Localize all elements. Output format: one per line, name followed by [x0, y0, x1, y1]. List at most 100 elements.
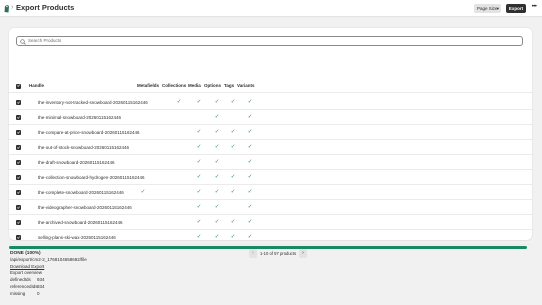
export-status-text: DONE (100%)	[10, 251, 41, 256]
stat-key: definedIds	[10, 277, 31, 282]
table-header: Handle Metafields Collections Media Opti…	[9, 80, 532, 92]
options-check-icon: ✓	[214, 159, 220, 165]
collections-check-icon: ✓	[176, 99, 182, 105]
row-handle: the-complete-snowboard-20260115162446	[38, 190, 124, 195]
table-row[interactable]: the-videographer-snowboard-2026011516244…	[9, 200, 532, 215]
table-row[interactable]: the-minimal-snowboard-20260115162446 ✓ ✓	[9, 110, 532, 125]
media-check-icon: ✓	[196, 159, 202, 165]
options-check-icon: ✓	[214, 219, 220, 225]
row-checkbox[interactable]	[16, 190, 21, 195]
table-row[interactable]: selling-plans-ski-wax-20260115162446 ✓ ✓ ✓ ✓	[9, 230, 532, 245]
media-check-icon: ✓	[196, 189, 202, 195]
table-row[interactable]: the-draft-snowboard-20260115162446 ✓ ✓ ✓	[9, 155, 532, 170]
options-check-icon: ✓	[214, 129, 220, 135]
media-check-icon: ✓	[196, 234, 202, 240]
options-check-icon: ✓	[214, 189, 220, 195]
products-card: Search Products Handle Metafields Collec…	[9, 28, 532, 259]
row-handle: the-collection-snowboard-hydrogen-202601…	[38, 175, 145, 180]
checkbox-checked-icon	[17, 190, 20, 194]
tags-check-icon: ✓	[230, 189, 236, 195]
row-checkbox[interactable]	[16, 235, 21, 240]
row-checkbox[interactable]	[16, 160, 21, 165]
page-size-label: Page Size	[477, 6, 498, 11]
media-check-icon: ✓	[196, 99, 202, 105]
app-logo-icon[interactable]	[4, 4, 10, 13]
row-checkbox[interactable]	[16, 220, 21, 225]
variants-check-icon: ✓	[247, 129, 253, 135]
checkbox-checked-icon	[17, 100, 20, 104]
variants-check-icon: ✓	[247, 204, 253, 210]
row-checkbox[interactable]	[16, 115, 21, 120]
checkbox-checked-icon	[17, 175, 20, 179]
page-size-button[interactable]: Page Size ▾	[474, 4, 501, 13]
media-check-icon: ✓	[196, 219, 202, 225]
variants-check-icon: ✓	[247, 99, 253, 105]
row-handle: the-minimal-snowboard-20260115162446	[38, 115, 121, 120]
row-checkbox[interactable]	[16, 205, 21, 210]
stat-value: 934	[37, 277, 45, 282]
checkbox-checked-icon	[17, 145, 20, 149]
previous-page-button[interactable]: ‹	[249, 249, 257, 258]
tags-check-icon: ✓	[230, 174, 236, 180]
export-progress-fill	[9, 246, 527, 249]
checkbox-checked-icon	[17, 235, 20, 239]
row-checkbox[interactable]	[16, 145, 21, 150]
tags-check-icon: ✓	[230, 234, 236, 240]
export-button[interactable]: Export	[506, 4, 526, 13]
row-checkbox[interactable]	[16, 130, 21, 135]
breadcrumb-separator: ›	[11, 4, 14, 11]
options-check-icon: ✓	[214, 144, 220, 150]
table-row[interactable]: the-out-of-stock-snowboard-2026011516244…	[9, 140, 532, 155]
pagination: ‹ 1-10 of 97 products ›	[247, 248, 309, 259]
checkbox-checked-icon	[17, 115, 20, 119]
stat-key: referencedIds	[10, 284, 38, 289]
column-header-collections[interactable]: Collections	[162, 80, 186, 92]
table-row[interactable]: the-archived-snowboard-20260115162446 ✓ ✓ ✓…	[9, 215, 532, 230]
search-icon	[20, 38, 26, 45]
checkbox-checked-icon	[17, 84, 20, 87]
options-check-icon: ✓	[214, 99, 220, 105]
table-row[interactable]: the-complete-snowboard-20260115162446 ✓ ✓ ✓…	[9, 185, 532, 200]
stat-value: 934	[37, 284, 45, 289]
chevron-down-icon: ▾	[496, 6, 499, 11]
options-check-icon: ✓	[214, 174, 220, 180]
column-header-metafields[interactable]: Metafields	[137, 80, 159, 92]
export-overview-heading: Export overview	[10, 270, 43, 275]
variants-check-icon: ✓	[247, 159, 253, 165]
search-input[interactable]: Search Products	[16, 36, 523, 46]
variants-check-icon: ✓	[247, 174, 253, 180]
table-row[interactable]: the-inventory-not-tracked-snowboard-2026…	[9, 95, 532, 110]
variants-check-icon: ✓	[247, 144, 253, 150]
row-handle: the-inventory-not-tracked-snowboard-2026…	[38, 100, 148, 105]
tags-check-icon: ✓	[230, 129, 236, 135]
column-header-handle[interactable]: Handle	[29, 80, 44, 92]
header-divider	[9, 92, 532, 93]
checkbox-checked-icon	[17, 220, 20, 224]
tags-check-icon: ✓	[230, 144, 236, 150]
select-all-checkbox[interactable]	[16, 83, 21, 89]
options-check-icon: ✓	[214, 234, 220, 240]
row-handle: the-archived-snowboard-20260115162446	[38, 220, 123, 225]
more-actions-button[interactable]: •••	[529, 4, 539, 13]
row-checkbox[interactable]	[16, 175, 21, 180]
next-page-button[interactable]: ›	[299, 249, 307, 258]
export-file-path: /api/export/cm2-2_1768104658692/file	[10, 257, 87, 262]
table-row[interactable]: the-compare-at-price-snowboard-202601151…	[9, 125, 532, 140]
row-handle: selling-plans-ski-wax-20260115162446	[38, 235, 116, 240]
top-bar: › Export Products Page Size ▾ Export •••	[0, 0, 542, 17]
checkbox-checked-icon	[17, 130, 20, 134]
column-header-options[interactable]: Options	[204, 80, 221, 92]
options-check-icon: ✓	[214, 204, 220, 210]
column-header-media[interactable]: Media	[188, 80, 201, 92]
column-header-tags[interactable]: Tags	[224, 80, 234, 92]
media-check-icon: ✓	[196, 174, 202, 180]
row-handle: the-videographer-snowboard-2026011516244…	[38, 205, 132, 210]
variants-check-icon: ✓	[247, 234, 253, 240]
row-handle: the-draft-snowboard-20260115162446	[38, 160, 115, 165]
row-checkbox[interactable]	[16, 100, 21, 105]
table-row[interactable]: the-collection-snowboard-hydrogen-202601…	[9, 170, 532, 185]
checkbox-checked-icon	[17, 160, 20, 164]
variants-check-icon: ✓	[247, 189, 253, 195]
download-export-link[interactable]: Download Export	[10, 264, 44, 269]
column-header-variants[interactable]: Variants	[237, 80, 255, 92]
